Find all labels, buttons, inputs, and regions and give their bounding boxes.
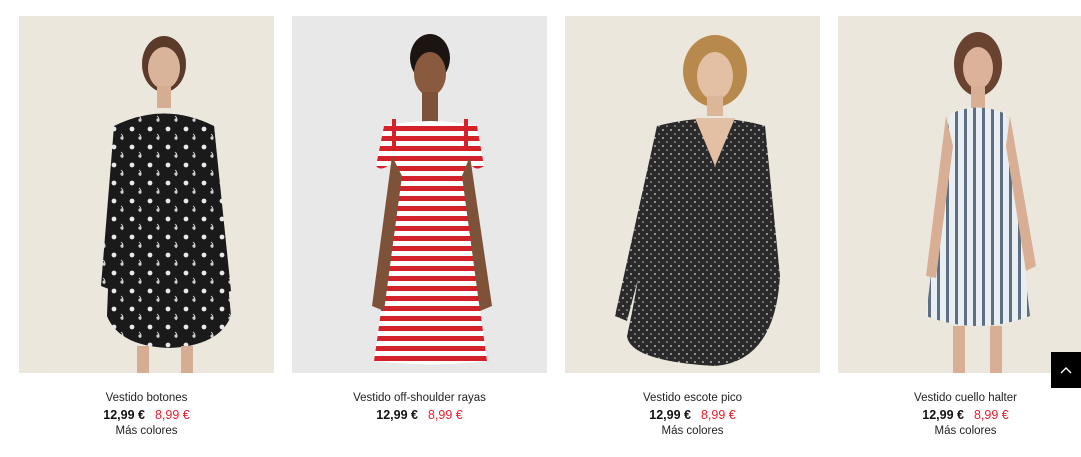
more-colors-link[interactable]: Más colores (935, 424, 997, 438)
original-price: 12,99 € (103, 408, 145, 422)
more-colors-link[interactable]: Más colores (116, 424, 178, 438)
original-price: 12,99 € (922, 408, 964, 422)
original-price: 12,99 € (376, 408, 418, 422)
original-price: 12,99 € (649, 408, 691, 422)
product-card[interactable]: Vestido off-shoulder rayas 12,99 € 8,99 … (292, 16, 547, 438)
product-name[interactable]: Vestido off-shoulder rayas (353, 391, 486, 405)
product-card[interactable]: Vestido escote pico 12,99 € 8,99 € Más c… (565, 16, 820, 438)
product-image[interactable] (292, 16, 547, 373)
product-image[interactable] (838, 16, 1081, 373)
product-prices: 12,99 € 8,99 € (649, 407, 735, 423)
product-image[interactable] (565, 16, 820, 373)
product-card[interactable]: Vestido botones 12,99 € 8,99 € Más color… (19, 16, 274, 438)
product-name[interactable]: Vestido escote pico (643, 391, 742, 405)
product-name[interactable]: Vestido botones (106, 391, 188, 405)
more-colors-link[interactable]: Más colores (662, 424, 724, 438)
product-grid: Vestido botones 12,99 € 8,99 € Más color… (19, 16, 1081, 438)
product-prices: 12,99 € 8,99 € (103, 407, 189, 423)
product-name[interactable]: Vestido cuello halter (914, 391, 1017, 405)
product-card[interactable]: Vestido cuello halter 12,99 € 8,99 € Más… (838, 16, 1081, 438)
sale-price: 8,99 € (427, 408, 463, 422)
sale-price: 8,99 € (973, 408, 1009, 422)
sale-price: 8,99 € (700, 408, 736, 422)
product-prices: 12,99 € 8,99 € (376, 407, 462, 423)
product-image[interactable] (19, 16, 274, 373)
sale-price: 8,99 € (154, 408, 190, 422)
chevron-up-icon (1060, 367, 1072, 374)
product-prices: 12,99 € 8,99 € (922, 407, 1008, 423)
scroll-to-top-button[interactable] (1051, 352, 1081, 388)
